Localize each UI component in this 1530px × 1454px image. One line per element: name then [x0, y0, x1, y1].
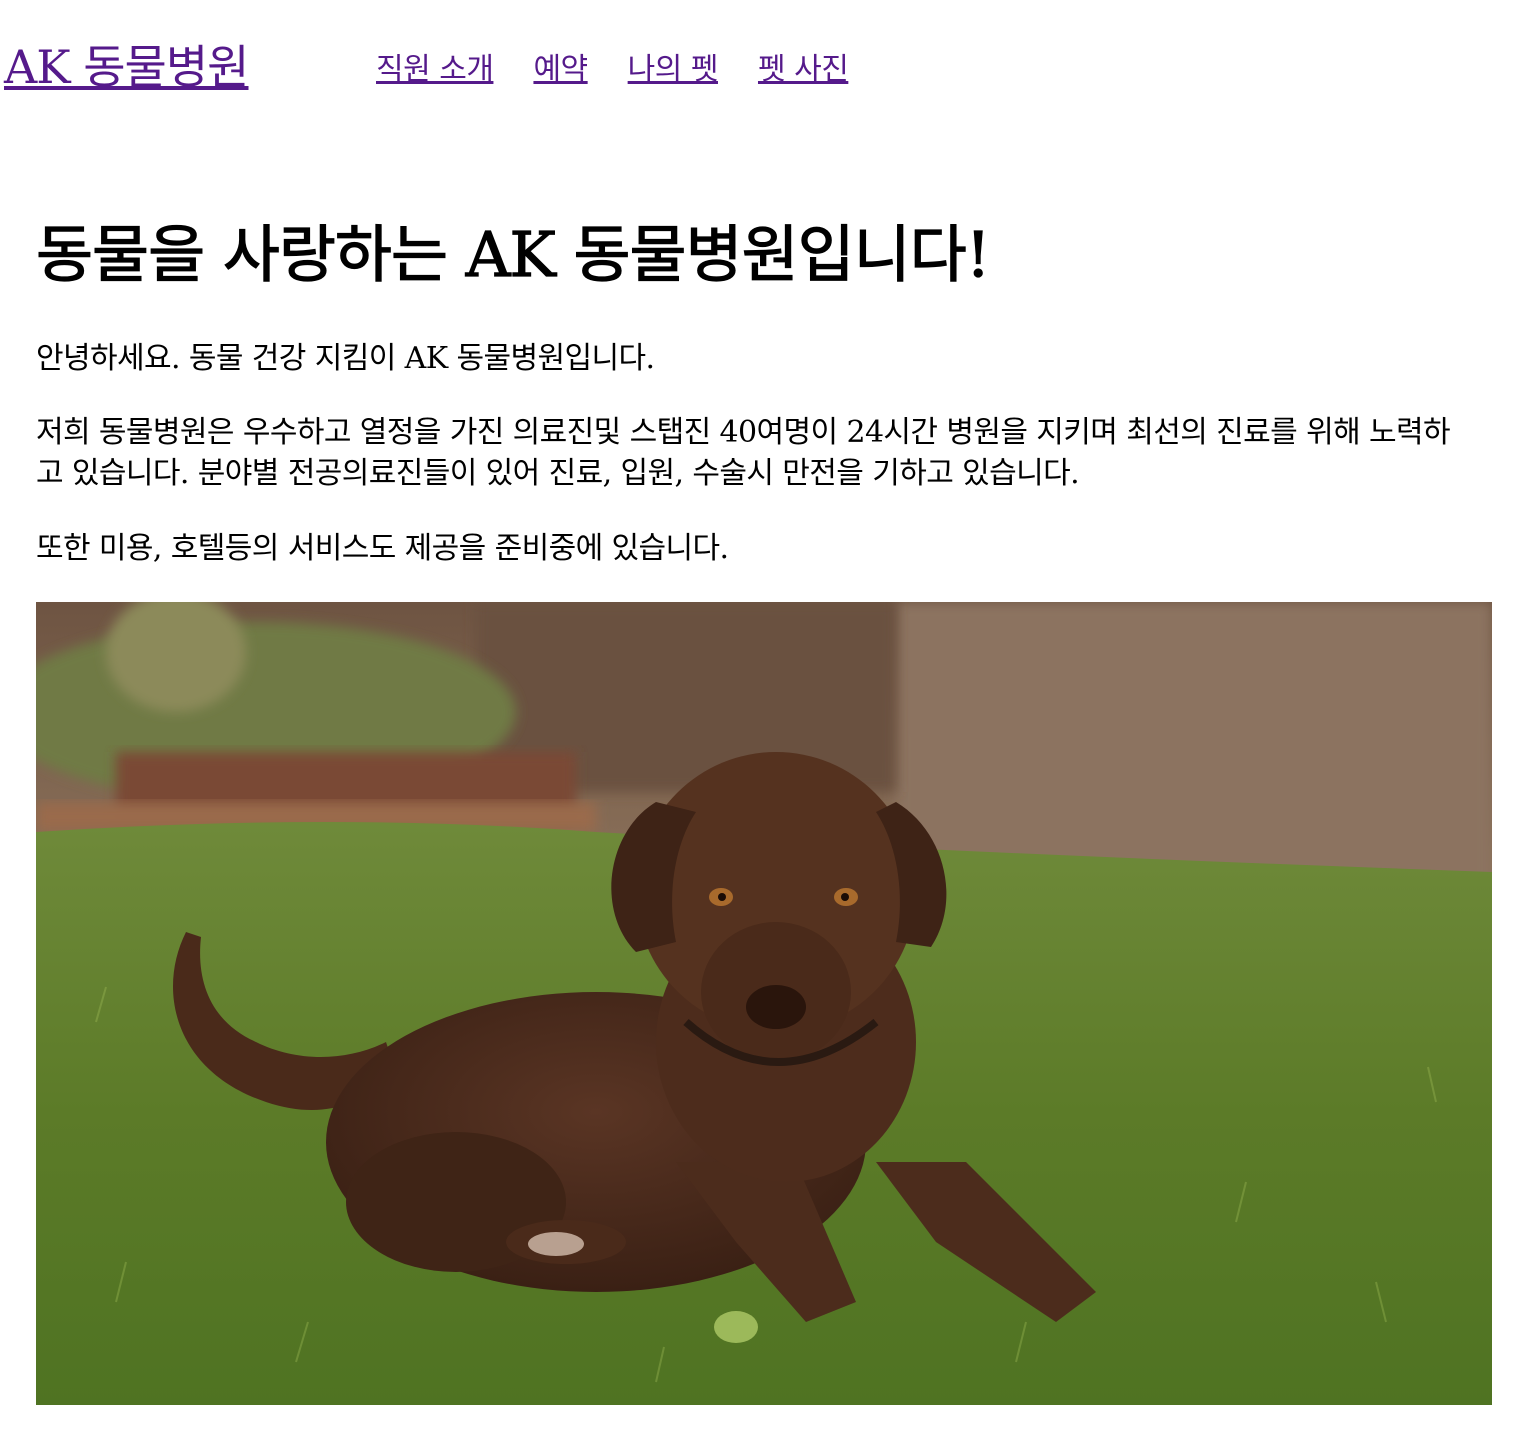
main-nav: 직원 소개 예약 나의 펫 펫 사진: [376, 50, 849, 90]
services-paragraph: 또한 미용, 호텔등의 서비스도 제공을 준비중에 있습니다.: [36, 531, 729, 566]
nav-link-my-pet[interactable]: 나의 펫: [628, 50, 719, 90]
staff-paragraph: 저희 동물병원은 우수하고 열정을 가진 의료진및 스탭진 40여명이 24시간…: [36, 415, 1451, 491]
nav-link-pet-photos[interactable]: 펫 사진: [758, 50, 849, 90]
site-logo-link[interactable]: AK 동물병원: [4, 38, 249, 96]
intro-paragraph: 안녕하세요. 동물 건강 지킴이 AK 동물병원입니다.: [36, 341, 655, 376]
dog-photo-illustration: [36, 602, 1492, 1405]
nav-link-staff[interactable]: 직원 소개: [376, 50, 494, 90]
dog-photo: [36, 602, 1492, 1405]
nav-link-reservation[interactable]: 예약: [533, 50, 588, 90]
page-title: 동물을 사랑하는 AK 동물병원입니다!: [35, 217, 991, 291]
main-content: 동물을 사랑하는 AK 동물병원입니다! 안녕하세요. 동물 건강 지킴이 AK…: [35, 200, 1496, 1405]
site-header: AK 동물병원 직원 소개 예약 나의 펫 펫 사진: [4, 30, 1504, 110]
